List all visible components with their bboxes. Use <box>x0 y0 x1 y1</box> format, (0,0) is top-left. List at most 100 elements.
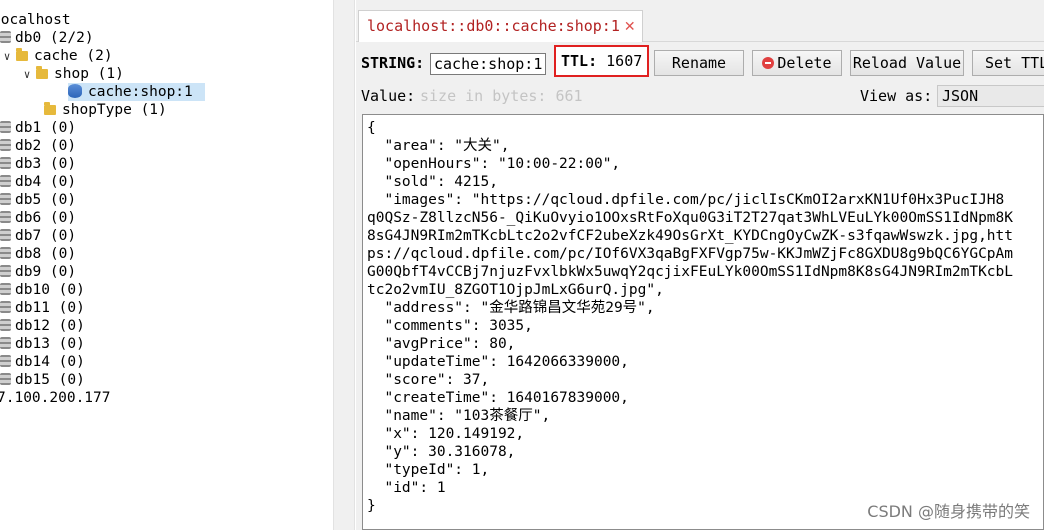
db-label: db12 (0) <box>15 318 85 334</box>
value-editor[interactable]: { "area": "大关", "openHours": "10:00-22:0… <box>362 114 1044 530</box>
tree-db4[interactable]: db4 (0) <box>0 173 76 191</box>
selected-key-label: cache:shop:1 <box>88 84 193 100</box>
panel-splitter[interactable] <box>333 0 355 530</box>
db-label: db2 (0) <box>15 138 77 154</box>
delete-icon <box>762 57 775 69</box>
tree-db12[interactable]: db12 (0) <box>0 317 85 335</box>
tab-bar: localhost::db0::cache:shop:1 ✕ <box>356 0 1044 42</box>
db-label: db10 (0) <box>15 282 85 298</box>
tab-key[interactable]: localhost::db0::cache:shop:1 ✕ <box>358 10 643 42</box>
json-line: "score": 37, <box>367 372 490 388</box>
json-line: "updateTime": 1642066339000, <box>367 354 629 370</box>
tree-server-remote[interactable]: 7.100.200.177 <box>0 389 111 407</box>
value-label: Value: <box>361 87 416 105</box>
db-label: db8 (0) <box>15 246 77 262</box>
watermark: CSDN @随身携带的笑 <box>867 502 1030 521</box>
db-label: db14 (0) <box>15 354 85 370</box>
json-line: "createTime": 1640167839000, <box>367 390 629 406</box>
rename-button[interactable]: Rename <box>654 50 744 76</box>
tree-db11[interactable]: db11 (0) <box>0 299 85 317</box>
tree-db5[interactable]: db5 (0) <box>0 191 76 209</box>
database-icon <box>0 355 11 367</box>
shop-folder-label: shop (1) <box>54 66 124 82</box>
ttl-display: TTL: 1607 <box>554 45 649 77</box>
db-label: db11 (0) <box>15 300 85 316</box>
json-line: "y": 30.316078, <box>367 444 516 460</box>
json-line: "x": 120.149192, <box>367 426 525 442</box>
json-line: "openHours": "10:00-22:00", <box>367 156 621 172</box>
json-line: "address": "金华路锦昌文华苑29号", <box>367 300 655 316</box>
folder-icon <box>36 66 48 79</box>
db0-label: db0 (2/2) <box>15 30 94 46</box>
set-ttl-button[interactable]: Set TTL <box>972 50 1044 76</box>
value-panel: localhost::db0::cache:shop:1 ✕ STRING: ca… <box>356 0 1044 530</box>
db-label: db5 (0) <box>15 192 77 208</box>
connection-tree[interactable]: localhost db0 (2/2) ∨cache (2) ∨shop (1)… <box>0 0 333 530</box>
database-icon <box>0 301 11 313</box>
folder-icon <box>44 102 56 115</box>
tree-folder-shop[interactable]: ∨ shop (1) <box>22 65 124 83</box>
value-header: Value: size in bytes: 661 View as: JSON <box>356 84 1044 108</box>
tree-db6[interactable]: db6 (0) <box>0 209 76 227</box>
tree-folder-cache[interactable]: ∨ cache (2) <box>2 47 113 65</box>
db-label: db9 (0) <box>15 264 77 280</box>
json-line: tc2o2vmIU_8ZGOT1OjpJmLxG6urQ.jpg", <box>367 282 664 298</box>
json-text[interactable]: { "area": "大关", "openHours": "10:00-22:0… <box>367 119 1013 515</box>
ttl-value: 1607 <box>606 52 643 70</box>
database-icon <box>0 139 11 151</box>
database-icon <box>0 373 11 385</box>
tree-db3[interactable]: db3 (0) <box>0 155 76 173</box>
database-icon <box>0 229 11 241</box>
tree-db15[interactable]: db15 (0) <box>0 371 85 389</box>
tree-db13[interactable]: db13 (0) <box>0 335 85 353</box>
database-icon <box>0 283 11 295</box>
database-icon <box>0 319 11 331</box>
folder-icon <box>16 48 28 61</box>
db-label: db3 (0) <box>15 156 77 172</box>
json-line: "avgPrice": 80, <box>367 336 516 352</box>
json-line: "comments": 3035, <box>367 318 533 334</box>
db-label: db13 (0) <box>15 336 85 352</box>
tree-key-cache-shop-1[interactable]: cache:shop:1 <box>68 83 205 101</box>
cache-folder-label: cache (2) <box>34 48 113 64</box>
json-line: "name": "103茶餐厅", <box>367 408 551 424</box>
database-icon <box>0 31 11 43</box>
close-icon[interactable]: ✕ <box>624 19 636 35</box>
type-label: STRING: <box>361 54 425 72</box>
db-label: db1 (0) <box>15 120 77 136</box>
tree-db8[interactable]: db8 (0) <box>0 245 76 263</box>
delete-button[interactable]: Delete <box>752 50 842 76</box>
database-icon <box>0 211 11 223</box>
database-icon <box>0 193 11 205</box>
reload-value-button[interactable]: Reload Value <box>850 50 964 76</box>
shoptype-folder-label: shopType (1) <box>62 102 167 118</box>
ttl-label: TTL: <box>561 52 598 70</box>
json-line: "typeId": 1, <box>367 462 490 478</box>
json-line: "id": 1 <box>367 480 446 496</box>
json-line: ps://qcloud.dpfile.com/pc/IOf6VX3qaBgFXF… <box>367 246 1014 262</box>
chevron-down-icon[interactable]: ∨ <box>2 48 12 66</box>
db-label: db15 (0) <box>15 372 85 388</box>
db-label: db4 (0) <box>15 174 77 190</box>
json-line: "area": "大关", <box>367 138 510 154</box>
tree-db0[interactable]: db0 (2/2) <box>0 29 94 47</box>
view-as-select[interactable]: JSON <box>937 85 1044 107</box>
key-name-input[interactable]: cache:shop:1 <box>430 53 546 75</box>
chevron-down-icon[interactable]: ∨ <box>22 66 32 84</box>
size-hint: size in bytes: 661 <box>420 87 583 105</box>
json-line: G00QbfT4vCCBj7njuzFvxlbkWx5uwqY2qcjixFEu… <box>367 264 1014 280</box>
database-icon <box>0 175 11 187</box>
tree-db9[interactable]: db9 (0) <box>0 263 76 281</box>
tree-db14[interactable]: db14 (0) <box>0 353 85 371</box>
tree-db1[interactable]: db1 (0) <box>0 119 76 137</box>
database-icon <box>0 157 11 169</box>
tree-db10[interactable]: db10 (0) <box>0 281 85 299</box>
json-line: q0QSz-Z8llzcN56-_QiKuOvyio1OOxsRtFoXqu0G… <box>367 210 1014 226</box>
delete-button-label: Delete <box>777 54 832 72</box>
tree-server-localhost[interactable]: localhost <box>0 11 71 29</box>
database-icon <box>0 265 11 277</box>
tree-db2[interactable]: db2 (0) <box>0 137 76 155</box>
tree-db7[interactable]: db7 (0) <box>0 227 76 245</box>
db-label: db7 (0) <box>15 228 77 244</box>
tree-folder-shoptype[interactable]: shopType (1) <box>44 101 167 119</box>
